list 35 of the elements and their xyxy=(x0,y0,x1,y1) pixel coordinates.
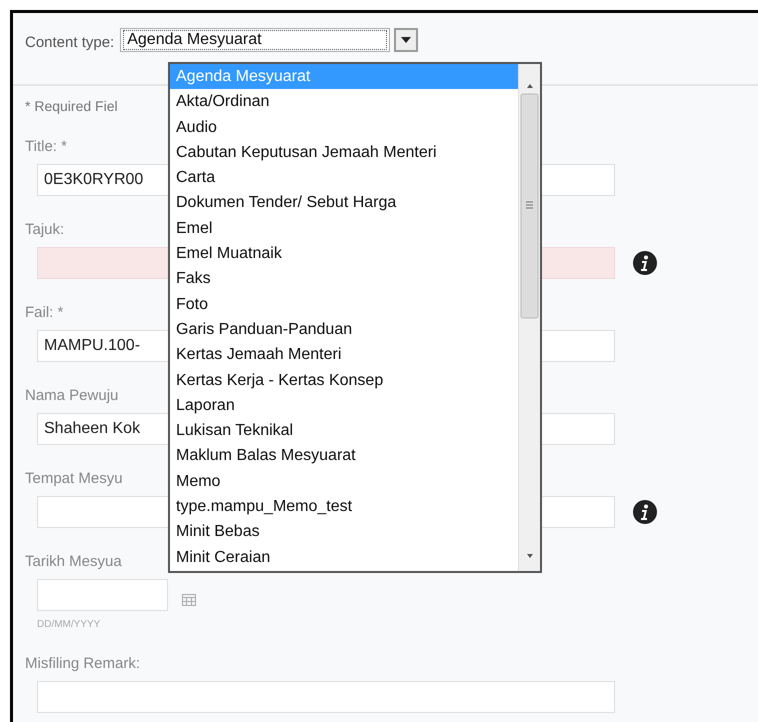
field-label: Nama Pewuju xyxy=(25,387,118,405)
field-label: Title: * xyxy=(25,138,67,156)
dropdown-option[interactable]: Faks xyxy=(170,266,518,292)
field-label: Fail: * xyxy=(25,304,64,322)
dropdown-option[interactable]: Audio xyxy=(170,114,518,140)
dropdown-option[interactable]: Lukisan Teknikal xyxy=(170,418,518,444)
field-label: Misfiling Remark: xyxy=(25,655,140,673)
dropdown-option[interactable]: Akta/Ordinan xyxy=(170,89,518,115)
field-label: Tarikh Mesyua xyxy=(25,553,122,571)
dropdown-option[interactable]: Cabutan Keputusan Jemaah Menteri xyxy=(170,140,518,166)
calendar-icon[interactable] xyxy=(182,594,196,606)
dropdown-option[interactable]: Kertas Jemaah Menteri xyxy=(170,342,518,368)
input-field[interactable] xyxy=(37,681,615,713)
dropdown-option[interactable]: Carta xyxy=(170,165,518,190)
dropdown-option[interactable]: Laporan xyxy=(170,392,518,418)
dropdown-option[interactable]: Dokumen Tender/ Sebut Harga xyxy=(170,190,518,216)
required-note: * Required Fiel xyxy=(25,97,118,116)
dropdown-option[interactable]: Emel Muatnaik xyxy=(170,241,518,266)
content-type-select[interactable]: Agenda Mesyuarat xyxy=(120,28,390,52)
date-format-hint: DD/MM/YYYY xyxy=(37,618,102,632)
dropdown-option[interactable]: Maklum Balas Mesyuarat xyxy=(170,443,518,469)
field-label: Tempat Mesyu xyxy=(25,470,123,488)
dropdown-option[interactable]: Minit Bebas xyxy=(170,519,518,545)
input-field[interactable] xyxy=(37,579,168,611)
dropdown-option[interactable]: Minit Ceraian xyxy=(170,544,518,570)
dropdown-option[interactable]: type.mampu_Memo_test xyxy=(170,494,518,520)
dropdown-option[interactable]: Garis Panduan-Panduan xyxy=(170,316,518,342)
dropdown-option[interactable]: Emel xyxy=(170,216,518,242)
field-label: Tajuk: xyxy=(25,221,64,239)
dropdown-option[interactable]: Foto xyxy=(170,292,518,317)
content-type-label: Content type: xyxy=(25,33,114,53)
caret-icon xyxy=(401,37,412,43)
dropdown-option[interactable]: Memo xyxy=(170,468,518,494)
dropdown-option[interactable]: Kertas Kerja - Kertas Konsep xyxy=(170,368,518,393)
dropdown-button[interactable] xyxy=(394,28,418,52)
